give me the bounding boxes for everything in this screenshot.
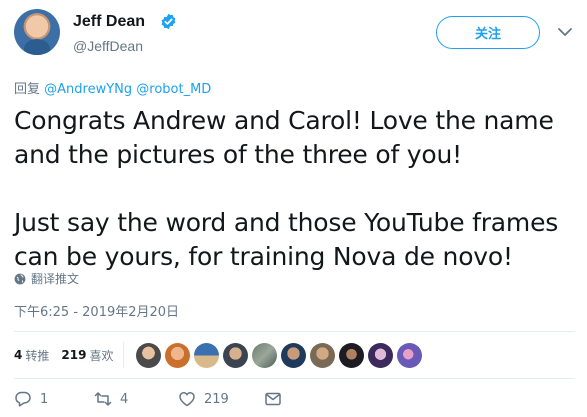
avatar[interactable] (310, 342, 336, 368)
retweet-button[interactable]: 4 (94, 390, 178, 408)
avatar[interactable] (252, 342, 278, 368)
verified-badge-icon (161, 13, 176, 30)
retweet-icon (94, 392, 112, 406)
like-label[interactable]: 喜欢 (89, 347, 113, 364)
tweet-text: Congrats Andrew and Carol! Love the name… (14, 104, 574, 274)
avatar[interactable] (281, 342, 307, 368)
translate-label: 翻译推文 (31, 272, 80, 286)
avatar[interactable] (136, 342, 162, 368)
translate-tweet-link[interactable]: 翻译推文 (14, 270, 79, 287)
avatar[interactable] (165, 342, 191, 368)
reply-mentions[interactable]: @AndrewYNg @robot_MD (44, 82, 211, 97)
avatar[interactable] (397, 342, 423, 368)
reply-context: 回复 @AndrewYNg @robot_MD (14, 78, 211, 97)
retweet-count[interactable]: 4 (14, 348, 22, 362)
tweet-paragraph: Just say the word and those YouTube fram… (14, 208, 559, 271)
retweet-count: 4 (120, 391, 129, 407)
avatar[interactable] (194, 342, 220, 368)
reply-icon (15, 391, 31, 407)
heart-icon (179, 392, 195, 407)
follow-button[interactable]: 关注 (436, 16, 540, 49)
like-count-action: 219 (204, 391, 229, 407)
avatar[interactable] (368, 342, 394, 368)
tweet-stats: 4 转推 219 喜欢 (14, 340, 423, 370)
avatar[interactable] (223, 342, 249, 368)
globe-icon (14, 273, 26, 284)
divider (123, 342, 125, 368)
like-button[interactable]: 219 (178, 390, 264, 408)
reply-button[interactable]: 1 (14, 390, 94, 408)
divider (14, 331, 575, 332)
chevron-down-icon[interactable] (558, 27, 572, 37)
like-count[interactable]: 219 (61, 348, 86, 362)
user-handle[interactable]: @JeffDean (73, 38, 143, 54)
tweet-timestamp[interactable]: 下午6:25 - 2019年2月20日 (14, 301, 179, 320)
tweet-header: Jeff Dean @JeffDean 关注 (0, 0, 587, 66)
reply-prefix: 回复 (14, 82, 45, 97)
reply-count: 1 (40, 391, 49, 407)
tweet-paragraph: Congrats Andrew and Carol! Love the name… (14, 106, 554, 169)
tweet-actions: 1 4 219 (14, 390, 282, 408)
direct-message-button[interactable] (264, 390, 282, 408)
retweet-label[interactable]: 转推 (25, 347, 49, 364)
avatar[interactable] (339, 342, 365, 368)
divider (14, 378, 575, 379)
liker-avatars (136, 342, 423, 368)
avatar[interactable] (14, 9, 60, 55)
direct-message-icon (265, 392, 281, 406)
user-name[interactable]: Jeff Dean (73, 13, 145, 31)
